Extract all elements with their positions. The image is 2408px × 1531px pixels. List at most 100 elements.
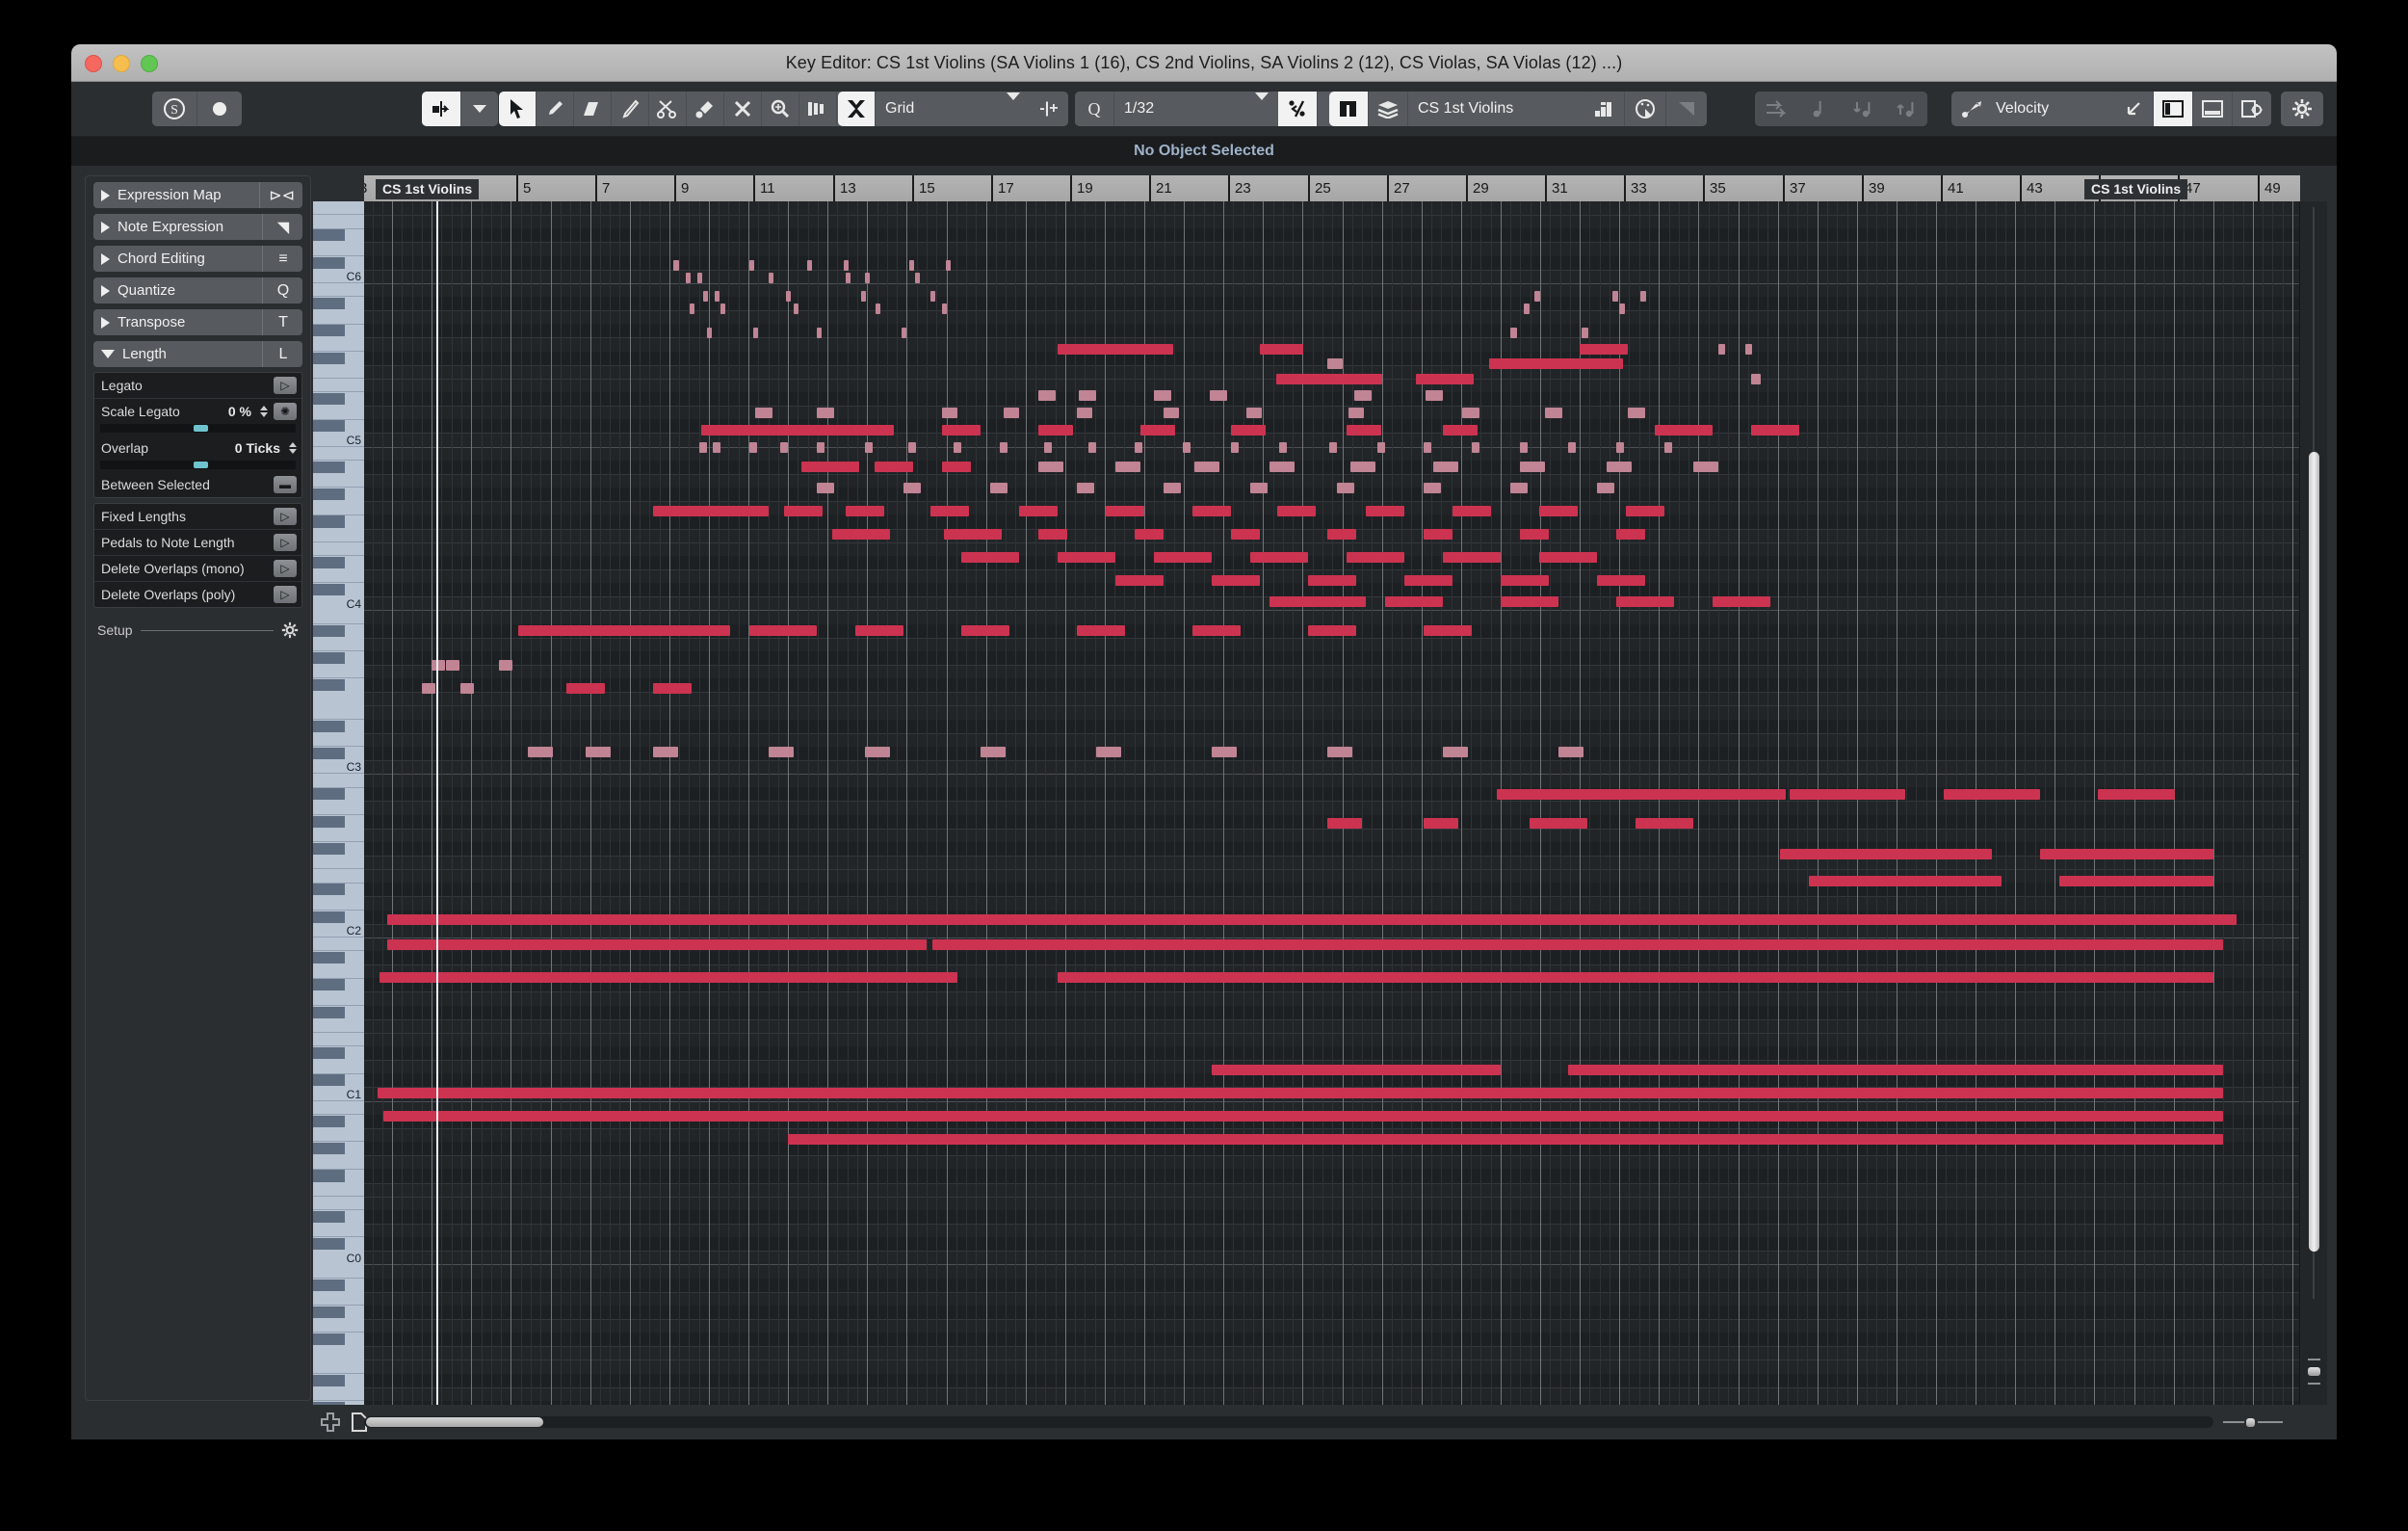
midi-note[interactable] [1279, 442, 1287, 454]
midi-note[interactable] [1135, 442, 1142, 454]
horizontal-scroll-thumb[interactable] [366, 1417, 543, 1427]
pitch-down-icon[interactable] [1842, 92, 1885, 126]
show-note-expression-icon[interactable] [1584, 92, 1625, 126]
piano-white-key[interactable] [313, 201, 364, 216]
vertical-scrollbar[interactable] [2299, 201, 2327, 1405]
midi-note[interactable] [846, 506, 884, 517]
piano-black-key[interactable] [313, 1074, 345, 1087]
midi-note[interactable] [1115, 575, 1164, 587]
delete-poly-apply-button[interactable]: ▷ [274, 586, 297, 603]
midi-note[interactable] [1501, 575, 1549, 587]
midi-note[interactable] [876, 304, 880, 315]
piano-black-key[interactable] [313, 952, 345, 964]
midi-note[interactable] [786, 291, 791, 303]
pitch-up-icon[interactable] [1885, 92, 1927, 126]
piano-black-key[interactable] [313, 1006, 345, 1018]
between-selected-button[interactable]: ▬ [274, 476, 297, 493]
piano-black-key[interactable] [313, 229, 345, 242]
midi-note[interactable] [944, 529, 1002, 541]
midi-note[interactable] [1416, 374, 1474, 385]
midi-note[interactable] [653, 747, 678, 758]
midi-note[interactable] [1276, 374, 1382, 385]
midi-note[interactable] [902, 328, 906, 339]
midi-note[interactable] [1327, 818, 1362, 830]
midi-note[interactable] [1790, 789, 1905, 801]
project-cursor[interactable] [436, 201, 438, 1405]
piano-black-key[interactable] [313, 461, 345, 473]
midi-note[interactable] [954, 442, 961, 454]
midi-note[interactable] [1751, 374, 1761, 385]
midi-note[interactable] [1520, 529, 1549, 541]
midi-note[interactable] [2059, 876, 2213, 887]
midi-note[interactable] [915, 273, 920, 284]
midi-note[interactable] [961, 625, 1009, 637]
legato-apply-button[interactable]: ▷ [274, 377, 297, 394]
midi-note[interactable] [1426, 390, 1443, 402]
midi-note[interactable] [981, 747, 1006, 758]
gear-icon[interactable] [2281, 92, 2323, 126]
piano-black-key[interactable] [313, 556, 345, 568]
apply-quantize-button[interactable] [1278, 92, 1318, 126]
piano-white-key[interactable] [313, 1060, 364, 1074]
midi-note[interactable] [1472, 442, 1479, 454]
midi-note[interactable] [865, 442, 873, 454]
midi-note[interactable] [1524, 304, 1530, 315]
midi-note[interactable] [942, 304, 947, 315]
delete-overlaps-poly-row[interactable]: Delete Overlaps (poly) ▷ [94, 582, 301, 607]
midi-note[interactable] [784, 506, 823, 517]
disclosure-triangle-icon[interactable] [101, 221, 110, 233]
fixed-lengths-row[interactable]: Fixed Lengths ▷ [94, 504, 301, 530]
midi-note[interactable] [1260, 344, 1303, 356]
midi-note[interactable] [653, 683, 692, 695]
piano-black-key[interactable] [313, 884, 345, 896]
midi-note[interactable] [528, 747, 553, 758]
quantize-preset-select[interactable]: 1/32 [1114, 92, 1278, 126]
piano-white-key[interactable] [313, 964, 364, 979]
solo-editor-button[interactable]: S [152, 92, 197, 126]
piano-white-key[interactable] [313, 473, 364, 488]
midi-note[interactable] [1664, 442, 1672, 454]
midi-note[interactable] [1269, 596, 1366, 608]
object-selection-tool[interactable] [499, 92, 537, 126]
piano-white-key[interactable] [313, 637, 364, 652]
midi-note[interactable] [1558, 747, 1584, 758]
midi-note[interactable] [566, 683, 605, 695]
midi-note[interactable] [1164, 483, 1181, 494]
auto-select-events-icon[interactable] [422, 92, 461, 126]
piano-black-key[interactable] [313, 1306, 345, 1318]
midi-note[interactable] [1534, 291, 1540, 303]
piano-black-key[interactable] [313, 1333, 345, 1346]
piano-white-key[interactable] [313, 1032, 364, 1047]
piano-white-key[interactable]: C2 [313, 923, 364, 938]
piano-keyboard[interactable]: C6 C5 C4 C3 C2 C1 C0 [313, 201, 364, 1405]
piano-black-key[interactable] [313, 352, 345, 364]
midi-note[interactable] [769, 273, 773, 284]
piano-white-key[interactable]: C5 [313, 433, 364, 447]
midi-note[interactable] [1713, 596, 1770, 608]
piano-black-key[interactable] [313, 624, 345, 637]
zoom-tool[interactable] [762, 92, 799, 126]
piano-black-key[interactable] [313, 584, 345, 596]
split-tool[interactable] [649, 92, 687, 126]
midi-note[interactable] [1077, 408, 1092, 419]
midi-note[interactable] [1424, 625, 1472, 637]
midi-note[interactable] [2098, 789, 2175, 801]
midi-note[interactable] [1308, 625, 1356, 637]
piano-white-key[interactable]: C1 [313, 1087, 364, 1101]
pedals-apply-button[interactable]: ▷ [274, 534, 297, 551]
inspector-section-transpose[interactable]: Transpose T [93, 309, 302, 335]
midi-note[interactable] [1183, 442, 1191, 454]
midi-note[interactable] [1944, 789, 2040, 801]
piano-white-key[interactable] [313, 446, 364, 462]
piano-white-key[interactable] [313, 828, 364, 843]
disclosure-triangle-icon[interactable] [101, 252, 110, 265]
piano-black-key[interactable] [313, 788, 345, 801]
disclosure-triangle-icon[interactable] [101, 316, 110, 329]
midi-note[interactable] [378, 1088, 2223, 1099]
midi-note[interactable] [1510, 483, 1528, 494]
inspector-section-expression-map[interactable]: Expression Map ⊳⊲ [93, 182, 302, 208]
midi-note[interactable] [1568, 1065, 2223, 1076]
midi-note[interactable] [1545, 408, 1562, 419]
midi-note[interactable] [1693, 462, 1718, 473]
piano-black-key[interactable] [313, 911, 345, 923]
